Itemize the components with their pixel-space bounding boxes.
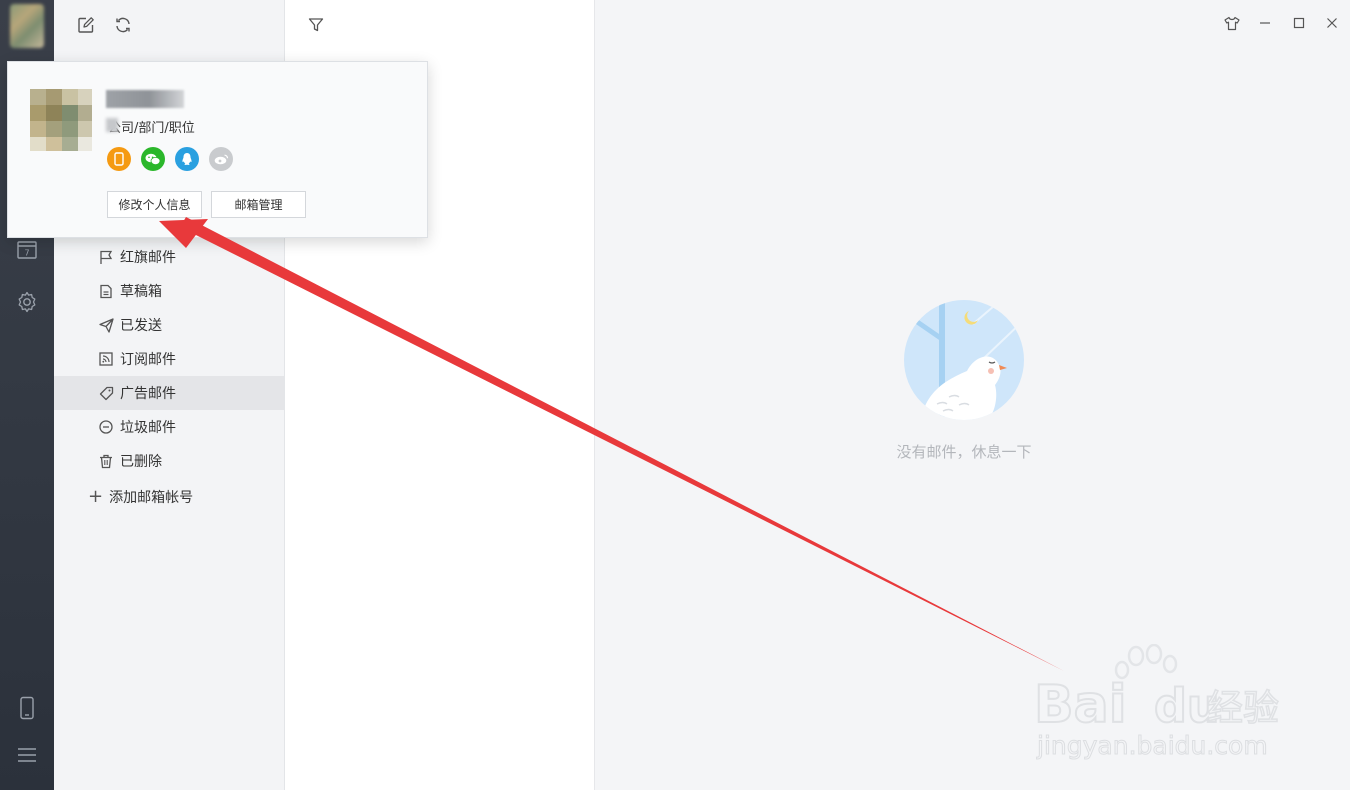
weibo-icon[interactable] bbox=[209, 147, 233, 171]
folder-item-flagged[interactable]: 红旗邮件 bbox=[54, 240, 284, 274]
rail-avatar[interactable] bbox=[10, 4, 44, 48]
mobile-phone-icon[interactable] bbox=[14, 695, 40, 721]
folder-label: 草稿箱 bbox=[120, 284, 162, 300]
refresh-icon[interactable] bbox=[112, 14, 134, 36]
avatar-mosaic bbox=[30, 89, 92, 151]
edit-profile-button[interactable]: 修改个人信息 bbox=[107, 191, 202, 218]
wechat-icon[interactable] bbox=[141, 147, 165, 171]
paper-plane-icon bbox=[98, 317, 114, 333]
tag-icon bbox=[98, 385, 114, 401]
settings-gear-icon[interactable] bbox=[14, 289, 40, 315]
plus-icon: + bbox=[88, 486, 104, 507]
profile-avatar bbox=[30, 89, 92, 151]
qq-icon[interactable] bbox=[175, 147, 199, 171]
folder-item-ads[interactable]: 广告邮件 bbox=[54, 376, 284, 410]
reading-pane: 没有邮件，休息一下 bbox=[595, 0, 1350, 790]
user-name-redacted bbox=[106, 90, 184, 108]
folder-item-deleted[interactable]: 已删除 bbox=[54, 444, 284, 478]
empty-state-text: 没有邮件，休息一下 bbox=[896, 443, 1032, 461]
folder-item-subscriptions[interactable]: 订阅邮件 bbox=[54, 342, 284, 376]
filter-icon[interactable] bbox=[305, 14, 327, 36]
minimize-icon[interactable] bbox=[1254, 12, 1276, 34]
redaction-blur bbox=[106, 118, 118, 132]
skin-shirt-icon[interactable] bbox=[1221, 12, 1243, 34]
maximize-icon[interactable] bbox=[1288, 12, 1310, 34]
flag-icon bbox=[98, 249, 114, 265]
menu-icon[interactable] bbox=[14, 742, 40, 768]
phone-icon[interactable] bbox=[107, 147, 131, 171]
add-account-button[interactable]: + 添加邮箱帐号 bbox=[88, 485, 193, 509]
folder-label: 广告邮件 bbox=[120, 386, 176, 402]
add-account-label: 添加邮箱帐号 bbox=[109, 490, 194, 506]
calendar-icon[interactable]: 7 bbox=[14, 236, 40, 262]
company-dept-position: 公司/部门/职位 bbox=[108, 121, 195, 136]
folder-label: 已删除 bbox=[120, 454, 162, 470]
mailbox-manage-button[interactable]: 邮箱管理 bbox=[211, 191, 306, 218]
close-icon[interactable] bbox=[1321, 12, 1343, 34]
folder-label: 红旗邮件 bbox=[120, 250, 176, 266]
folder-item-spam[interactable]: 垃圾邮件 bbox=[54, 410, 284, 444]
folder-label: 已发送 bbox=[120, 318, 162, 334]
trash-icon bbox=[98, 453, 114, 469]
draft-icon bbox=[98, 283, 114, 299]
compose-icon[interactable] bbox=[75, 14, 97, 36]
folder-item-drafts[interactable]: 草稿箱 bbox=[54, 274, 284, 308]
rss-icon bbox=[98, 351, 114, 367]
folder-item-sent[interactable]: 已发送 bbox=[54, 308, 284, 342]
empty-mailbox-bird-illustration bbox=[904, 300, 1024, 420]
folder-label: 垃圾邮件 bbox=[120, 420, 176, 436]
folder-label: 订阅邮件 bbox=[120, 352, 176, 368]
svg-text:7: 7 bbox=[24, 249, 29, 258]
minus-circle-icon bbox=[98, 419, 114, 435]
profile-popup: 公司/部门/职位 修改个人信息 邮箱管理 bbox=[7, 61, 428, 238]
